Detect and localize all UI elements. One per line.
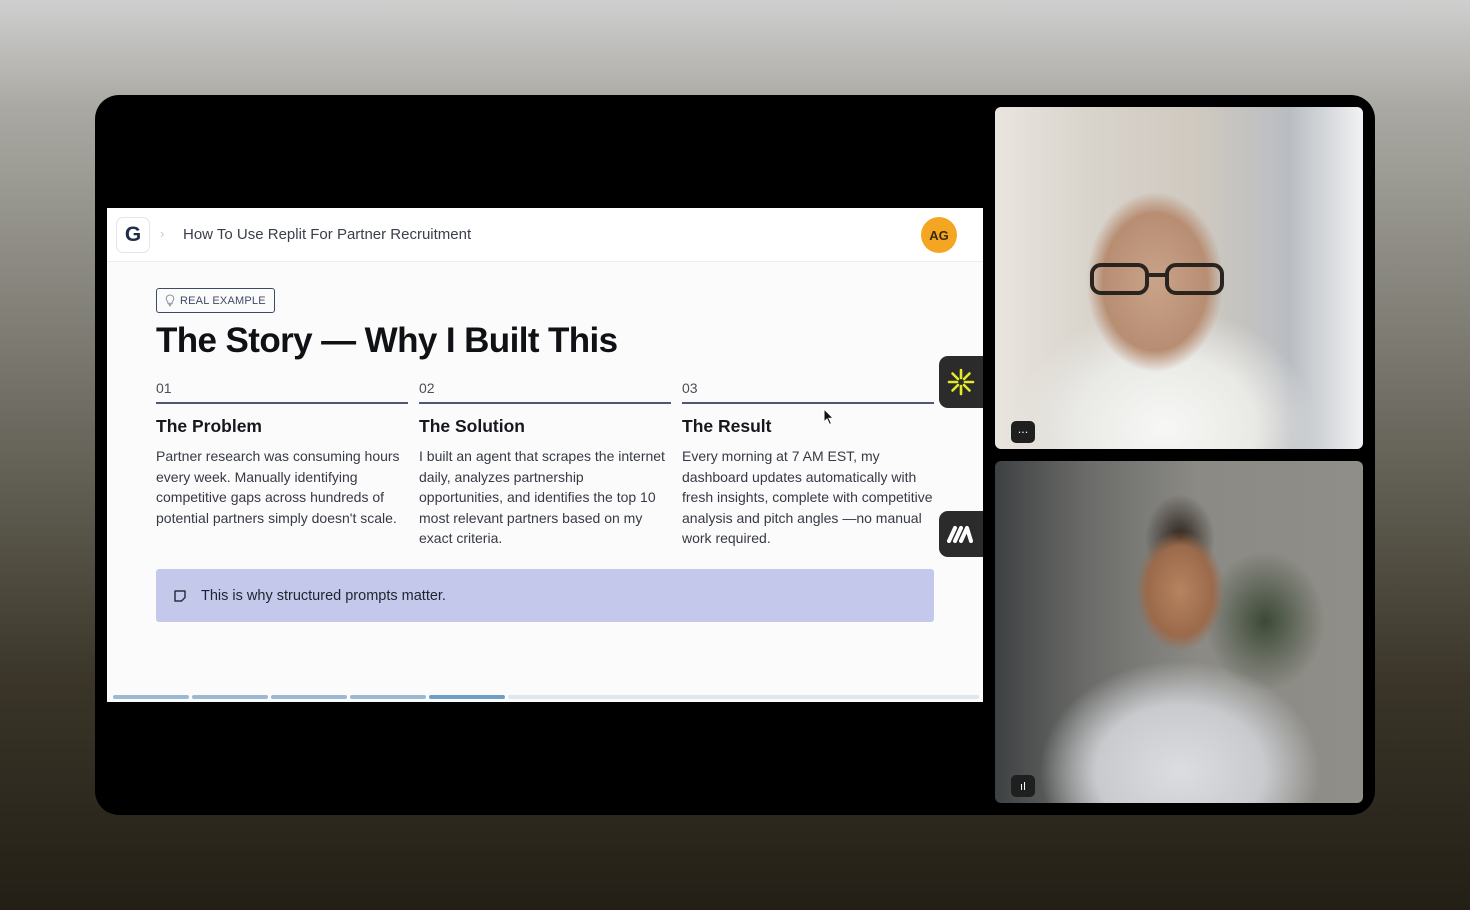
progress-segment bbox=[192, 695, 268, 699]
mouse-cursor-icon bbox=[823, 408, 835, 426]
meeting-window: G › How To Use Replit For Partner Recrui… bbox=[95, 95, 1375, 815]
audio-level-icon: ıl bbox=[1011, 775, 1035, 797]
slide-title: The Story — Why I Built This bbox=[156, 321, 618, 360]
asterisk-burst-icon bbox=[947, 368, 975, 396]
deck-title: How To Use Replit For Partner Recruitmen… bbox=[183, 226, 472, 243]
progress-segment bbox=[350, 695, 426, 699]
column-solution: 02 The Solution I built an agent that sc… bbox=[419, 380, 671, 549]
progress-remaining bbox=[508, 695, 979, 699]
m-logo-icon bbox=[947, 526, 973, 543]
real-example-tag: REAL EXAMPLE bbox=[156, 288, 275, 313]
slide-progress-bar bbox=[113, 695, 979, 699]
column-heading: The Solution bbox=[419, 416, 525, 436]
column-number: 01 bbox=[156, 380, 408, 404]
column-body: Every morning at 7 AM EST, my dashboard … bbox=[682, 448, 933, 547]
lightbulb-icon bbox=[165, 294, 175, 307]
note-icon bbox=[174, 589, 186, 602]
progress-segment bbox=[271, 695, 347, 699]
column-result: 03 The Result Every morning at 7 AM EST,… bbox=[682, 380, 934, 549]
participant-video-2[interactable]: ıl bbox=[995, 461, 1363, 803]
column-heading: The Problem bbox=[156, 416, 262, 436]
progress-segment-current bbox=[429, 695, 505, 699]
glasses-shape bbox=[1090, 263, 1224, 295]
avatar[interactable]: AG bbox=[921, 217, 957, 253]
column-problem: 01 The Problem Partner research was cons… bbox=[156, 380, 408, 528]
participant-video-1[interactable]: ··· bbox=[995, 107, 1363, 449]
column-body: Partner research was consuming hours eve… bbox=[156, 448, 400, 526]
column-heading: The Result bbox=[682, 416, 772, 436]
tag-label: REAL EXAMPLE bbox=[180, 294, 266, 307]
progress-segment bbox=[113, 695, 189, 699]
slide-header: G › How To Use Replit For Partner Recrui… bbox=[107, 208, 983, 262]
breadcrumb-separator: › bbox=[160, 226, 165, 241]
app-logo[interactable]: G bbox=[116, 217, 150, 253]
callout-text: This is why structured prompts matter. bbox=[201, 587, 446, 604]
shared-slide: G › How To Use Replit For Partner Recrui… bbox=[107, 208, 983, 702]
asterisk-app-button[interactable] bbox=[939, 356, 983, 408]
column-number: 02 bbox=[419, 380, 671, 404]
m-app-button[interactable] bbox=[939, 511, 983, 557]
more-dots-icon[interactable]: ··· bbox=[1011, 421, 1035, 443]
callout-box: This is why structured prompts matter. bbox=[156, 569, 934, 622]
column-body: I built an agent that scrapes the intern… bbox=[419, 448, 665, 547]
column-number: 03 bbox=[682, 380, 934, 404]
